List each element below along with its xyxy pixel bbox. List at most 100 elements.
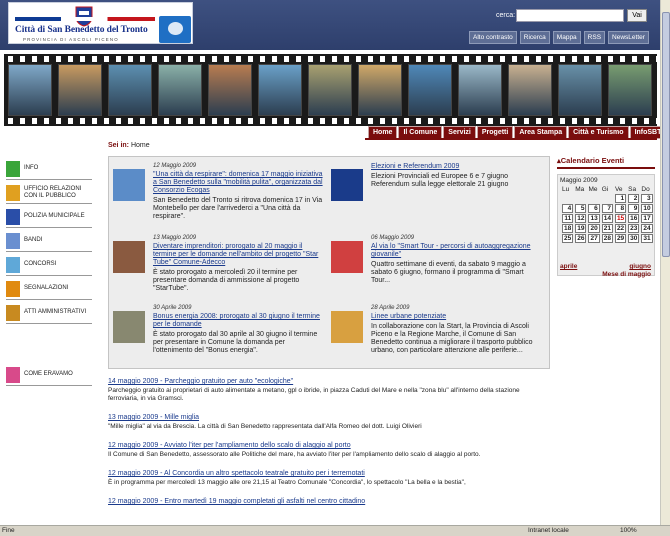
competition-icon xyxy=(6,256,20,273)
list-item-title[interactable]: 12 maggio 2009 - Avviato l'iter per l'am… xyxy=(108,442,550,449)
calendar-day[interactable]: 15 xyxy=(614,214,627,223)
calendar-day[interactable]: 14 xyxy=(601,214,613,223)
news-title-link[interactable]: Diventare imprenditori: prorogato al 20 … xyxy=(153,243,325,267)
calendar-day[interactable]: 6 xyxy=(588,204,600,213)
calendar-day[interactable]: 8 xyxy=(614,204,627,213)
list-item-text: "Mille miglia" al via da Brescia. La cit… xyxy=(108,423,422,430)
list-item: 12 maggio 2009 - Al Concordia un altro s… xyxy=(108,470,550,487)
sidenav-item[interactable]: Polizia municipale xyxy=(6,206,92,228)
logo-stripes xyxy=(15,17,155,21)
calendar-day[interactable]: 9 xyxy=(628,204,640,213)
calendar-day[interactable]: 30 xyxy=(628,234,640,243)
news-thumbnail[interactable] xyxy=(331,311,363,343)
film-photo xyxy=(158,64,202,116)
news-thumbnail[interactable] xyxy=(331,169,363,201)
search-button[interactable]: Vai xyxy=(627,9,647,22)
sidenav-item[interactable]: Info xyxy=(6,158,92,180)
calendar-day[interactable]: 27 xyxy=(588,234,600,243)
sidenav-item[interactable]: Come eravamo xyxy=(6,364,92,386)
calendar-day[interactable]: 29 xyxy=(614,234,627,243)
site-logo[interactable]: Città di San Benedetto del Tronto PROVIN… xyxy=(8,2,193,44)
calendar-next-link[interactable]: giugno xyxy=(629,263,651,270)
news-title-link[interactable]: Elezioni e Referendum 2009 xyxy=(371,163,543,171)
news-thumbnail[interactable] xyxy=(113,311,145,343)
calendar-day[interactable]: 26 xyxy=(575,234,587,243)
calendar-grid: Lu Ma Me Gi Ve Sa Do 1 2 3 4 5 6 7 8 9 10 11 12 13 14 15 16 17 1… xyxy=(560,185,655,244)
calendar-day[interactable]: 25 xyxy=(562,234,574,243)
film-photo xyxy=(258,64,302,116)
sidenav-item[interactable]: Concorsi xyxy=(6,254,92,276)
search-input[interactable] xyxy=(516,9,624,22)
news-summary: San Benedetto del Tronto si ritrova dome… xyxy=(153,197,323,220)
sidenav-item[interactable]: Bandi xyxy=(6,230,92,252)
list-item-text: Il Comune di San Benedetto, assessorato … xyxy=(108,451,481,458)
info-icon xyxy=(6,160,20,177)
sidenav-item[interactable]: Segnalazioni xyxy=(6,278,92,300)
calendar-day[interactable]: 3 xyxy=(641,194,653,203)
event-calendar: ▴Calendario Eventi Maggio 2009 Lu Ma Me Gi V… xyxy=(557,156,655,278)
sidenav-label: Come eravamo xyxy=(24,371,73,377)
rss-link[interactable]: RSS xyxy=(583,31,606,44)
calendar-day[interactable]: 21 xyxy=(601,224,613,233)
film-photo xyxy=(358,64,402,116)
news-thumbnail[interactable] xyxy=(331,241,363,273)
calendar-day[interactable]: 19 xyxy=(575,224,587,233)
news-date: 06 Maggio 2009 xyxy=(371,235,415,241)
high-contrast-link[interactable]: Alto contrasto xyxy=(469,31,517,44)
film-photo xyxy=(308,64,352,116)
calendar-day[interactable]: 18 xyxy=(562,224,574,233)
calendar-day[interactable]: 22 xyxy=(614,224,627,233)
sidenav-label: Atti amministrativi xyxy=(24,309,87,315)
news-thumbnail[interactable] xyxy=(113,169,145,201)
news-thumbnail[interactable] xyxy=(113,241,145,273)
list-item-title[interactable]: 12 maggio 2009 - Entro martedì 19 maggio… xyxy=(108,498,550,505)
calendar-day[interactable]: 16 xyxy=(628,214,640,223)
film-photo xyxy=(108,64,152,116)
calendar-day[interactable]: 10 xyxy=(641,204,653,213)
calendar-day[interactable]: 13 xyxy=(588,214,600,223)
calendar-day[interactable]: 11 xyxy=(562,214,574,223)
calendar-day[interactable]: 17 xyxy=(641,214,653,223)
news-summary: È stato prorogato a mercoledì 20 il term… xyxy=(153,269,300,292)
list-item-title[interactable]: 13 maggio 2009 - Mille miglia xyxy=(108,414,550,421)
list-item-title[interactable]: 12 maggio 2009 - Al Concordia un altro s… xyxy=(108,470,550,477)
calendar-day[interactable]: 23 xyxy=(628,224,640,233)
search-link[interactable]: Ricerca xyxy=(519,31,550,44)
calendar-weekday: Do xyxy=(641,186,650,193)
list-item-title[interactable]: 14 maggio 2009 - Parcheggio gratuito per… xyxy=(108,378,550,385)
scrollbar-thumb[interactable] xyxy=(662,12,670,257)
calendar-prev-link[interactable]: aprile xyxy=(560,263,577,270)
calendar-day[interactable]: 20 xyxy=(588,224,600,233)
calendar-day[interactable]: 2 xyxy=(628,194,640,203)
calendar-day[interactable]: 7 xyxy=(601,204,613,213)
vertical-scrollbar[interactable] xyxy=(660,0,670,525)
sidenav-label: Info xyxy=(24,165,39,171)
sidenav-label: Segnalazioni xyxy=(24,285,69,291)
calendar-day[interactable]: 28 xyxy=(601,234,613,243)
alert-icon xyxy=(6,280,20,297)
calendar-month: Maggio 2009 xyxy=(560,177,598,184)
news-title-link[interactable]: Linee urbane potenziate xyxy=(371,313,543,321)
list-item-text: Parcheggio gratuito ai proprietari di au… xyxy=(108,387,520,402)
news-title-link[interactable]: "Una città da respirare": domenica 17 ma… xyxy=(153,171,325,195)
side-navigation: Info Ufficio relazioni con il pubblico Pol… xyxy=(6,158,92,388)
sidenav-label: Polizia municipale xyxy=(24,213,85,219)
list-item: 12 maggio 2009 - Entro martedì 19 maggio… xyxy=(108,498,550,505)
calendar-day[interactable]: 5 xyxy=(575,204,587,213)
calendar-month-link[interactable]: Mese di maggio xyxy=(602,271,651,278)
calendar-day[interactable]: 1 xyxy=(614,194,627,203)
map-link[interactable]: Mappa xyxy=(552,31,581,44)
document-icon xyxy=(6,232,20,249)
calendar-day[interactable]: 31 xyxy=(641,234,653,243)
news-title-link[interactable]: Bonus energia 2008: prorogato al 30 giug… xyxy=(153,313,325,329)
calendar-day[interactable]: 12 xyxy=(575,214,587,223)
sidenav-item[interactable]: Ufficio relazioni con il pubblico xyxy=(6,182,92,204)
news-title-link[interactable]: Al via lo "Smart Tour - percorsi di auto… xyxy=(371,243,543,259)
calendar-day[interactable]: 4 xyxy=(562,204,574,213)
photo-filmstrip xyxy=(4,54,657,126)
sidenav-item[interactable]: Atti amministrativi xyxy=(6,302,92,324)
zoom-level[interactable]: 100% xyxy=(620,527,637,534)
newsletter-link[interactable]: NewsLetter xyxy=(608,31,649,44)
calendar-day[interactable]: 24 xyxy=(641,224,653,233)
calendar-heading: ▴Calendario Eventi xyxy=(557,156,655,169)
